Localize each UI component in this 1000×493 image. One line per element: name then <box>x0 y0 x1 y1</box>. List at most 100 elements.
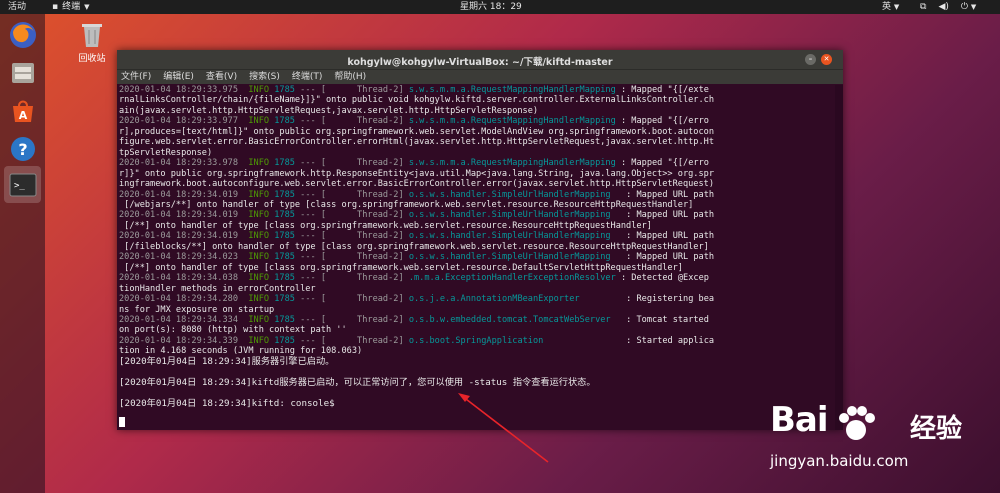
terminal-line: [2020年01月04日 18:29:34]kiftd服务器已启动，可以正常访问… <box>119 376 835 388</box>
log-logger: o.s.w.s.handler.SimpleUrlHandlerMapping <box>408 231 621 242</box>
terminal-output[interactable]: 2020-01-04 18:29:33.975 INFO 1785 --- [ … <box>119 85 835 426</box>
log-level: INFO <box>248 294 270 305</box>
help-icon: ? <box>10 136 35 161</box>
log-timestamp: 2020-01-04 18:29:33.977 <box>119 116 238 127</box>
terminal-line: r],produces=[text/html]}" onto public or… <box>119 127 835 137</box>
menu-help[interactable]: 帮助(H) <box>334 70 366 84</box>
watermark-logo: Bai <box>770 400 829 440</box>
terminal-line: 2020-01-04 18:29:34.280 INFO 1785 --- [ … <box>119 294 835 304</box>
terminal-icon: >_ <box>9 173 36 196</box>
terminal-line: 2020-01-04 18:29:33.977 INFO 1785 --- [ … <box>119 116 835 126</box>
network-icon: ⧉ <box>920 2 927 12</box>
dock-firefox[interactable] <box>4 16 41 53</box>
terminal-line: on port(s): 8080 (http) with context pat… <box>119 325 835 335</box>
chevron-down-icon: ▼ <box>84 3 90 11</box>
log-logger: s.w.s.m.m.a.RequestMappingHandlerMapping <box>408 116 616 127</box>
terminal-line: ns for JMX exposure on startup <box>119 305 835 315</box>
menu-file[interactable]: 文件(F) <box>121 70 151 84</box>
log-timestamp: 2020-01-04 18:29:33.978 <box>119 158 238 169</box>
menu-search[interactable]: 搜索(S) <box>249 70 280 84</box>
menu-edit[interactable]: 编辑(E) <box>163 70 194 84</box>
terminal-line: figure.web.servlet.error.BasicErrorContr… <box>119 137 835 147</box>
log-separator: --- [ <box>300 314 327 325</box>
baidu-watermark: Bai 经验 jingyan.baidu.com <box>770 400 990 490</box>
log-thread: Thread-2] <box>326 314 404 325</box>
terminal-line: tionHandler methods in errorController <box>119 284 835 294</box>
log-message: : Registering bea <box>620 294 715 305</box>
log-continuation: [/fileblocks/**] onto handler of type [c… <box>119 241 709 252</box>
app-menu-label: 终端 <box>62 2 81 12</box>
log-pid: 1785 <box>274 314 295 325</box>
log-pid: 1785 <box>274 273 295 284</box>
dock-software[interactable]: A <box>4 92 41 129</box>
log-pid: 1785 <box>274 85 295 95</box>
terminal-line: 2020-01-04 18:29:34.339 INFO 1785 --- [ … <box>119 336 835 346</box>
log-message: : Mapped URL path <box>620 189 715 200</box>
svg-text:?: ? <box>18 140 27 159</box>
log-thread: Thread-2] <box>326 335 404 346</box>
window-menubar: 文件(F) 编辑(E) 查看(V) 搜索(S) 终端(T) 帮助(H) <box>117 69 843 84</box>
log-continuation: on port(s): 8080 (http) with context pat… <box>119 325 347 336</box>
minimize-button[interactable]: – <box>805 54 816 65</box>
log-pid: 1785 <box>274 116 295 127</box>
watermark-logo-suffix: 经验 <box>910 414 963 444</box>
terminal-line: 2020-01-04 18:29:34.023 INFO 1785 --- [ … <box>119 252 835 262</box>
log-level: INFO <box>248 314 270 325</box>
log-separator: --- [ <box>300 210 327 221</box>
log-logger: o.s.w.s.handler.SimpleUrlHandlerMapping <box>408 252 621 263</box>
trash-icon <box>82 24 102 47</box>
log-message: : Detected @Excep <box>615 273 709 284</box>
terminal-line: [/**] onto handler of type [class org.sp… <box>119 263 835 273</box>
terminal-scrollbar[interactable] <box>835 85 843 430</box>
log-continuation: ain(javax.servlet.http.HttpServletReques… <box>119 105 539 116</box>
trash-label: 回收站 <box>78 54 106 64</box>
log-timestamp: 2020-01-04 18:29:34.038 <box>119 273 238 284</box>
dock-terminal[interactable]: >_ <box>4 166 41 203</box>
log-continuation: rnalLinksController/chain/{fileName}]}" … <box>119 95 714 106</box>
log-continuation: [/**] onto handler of type [class org.sp… <box>119 220 652 231</box>
terminal-line: 2020-01-04 18:29:34.038 INFO 1785 --- [ … <box>119 273 835 283</box>
log-logger: o.s.j.e.a.AnnotationMBeanExporter <box>408 294 621 305</box>
terminal-line: 2020-01-04 18:29:34.334 INFO 1785 --- [ … <box>119 315 835 325</box>
dock-files[interactable] <box>4 54 41 91</box>
top-panel: 活动 ▪ 终端 ▼ 星期六 18：29 英 ▼ ⧉ ◀) ⏻ ▼ <box>0 0 1000 14</box>
log-thread: Thread-2] <box>326 294 404 305</box>
log-timestamp: 2020-01-04 18:29:34.339 <box>119 335 238 346</box>
terminal-line: 2020-01-04 18:29:33.975 INFO 1785 --- [ … <box>119 85 835 95</box>
input-method-indicator[interactable]: 英 ▼ <box>882 0 899 14</box>
terminal-window: kohgylw@kohgylw-VirtualBox: ~/下载/kiftd-m… <box>117 50 843 430</box>
log-timestamp: 2020-01-04 18:29:34.019 <box>119 210 238 221</box>
log-pid: 1785 <box>274 294 295 305</box>
dock-help[interactable]: ? <box>4 130 41 167</box>
app-menu[interactable]: ▪ 终端 ▼ <box>52 0 90 14</box>
log-thread: Thread-2] <box>326 210 404 221</box>
log-level: INFO <box>248 273 270 284</box>
dock: A ? >_ <box>0 14 45 493</box>
menu-terminal[interactable]: 终端(T) <box>292 70 323 84</box>
volume-icon: ◀) <box>938 2 949 12</box>
clock[interactable]: 星期六 18：29 <box>460 0 522 14</box>
console-message: [2020年01月04日 18:29:34]服务器引擎已启动。 <box>119 355 335 367</box>
log-pid: 1785 <box>274 189 295 200</box>
log-continuation: tpServletResponse) <box>119 147 213 158</box>
menu-view[interactable]: 查看(V) <box>206 70 237 84</box>
log-pid: 1785 <box>274 335 295 346</box>
log-thread: Thread-2] <box>326 231 404 242</box>
window-titlebar[interactable]: kohgylw@kohgylw-VirtualBox: ~/下载/kiftd-m… <box>117 50 843 69</box>
log-thread: Thread-2] <box>326 189 404 200</box>
close-button[interactable]: ✕ <box>821 54 832 65</box>
desktop-trash[interactable]: 回收站 <box>70 20 114 64</box>
activities-button[interactable]: 活动 <box>8 0 26 14</box>
log-message: : Mapped "{[/erro <box>615 158 709 169</box>
log-level: INFO <box>248 158 270 169</box>
log-level: INFO <box>248 231 270 242</box>
log-logger: o.s.b.w.embedded.tomcat.TomcatWebServer <box>408 314 621 325</box>
log-separator: --- [ <box>300 189 327 200</box>
terminal-line: [/webjars/**] onto handler of type [clas… <box>119 200 835 210</box>
input-method-label: 英 <box>882 2 892 12</box>
log-continuation: ingframework.boot.autoconfigure.web.serv… <box>119 179 714 190</box>
system-tray[interactable]: ⧉ ◀) ⏻ ▼ <box>920 0 976 14</box>
console-message: [2020年01月04日 18:29:34]kiftd服务器已启动，可以正常访问… <box>119 376 596 388</box>
log-pid: 1785 <box>274 210 295 221</box>
log-continuation: [/**] onto handler of type [class org.sp… <box>119 262 683 273</box>
